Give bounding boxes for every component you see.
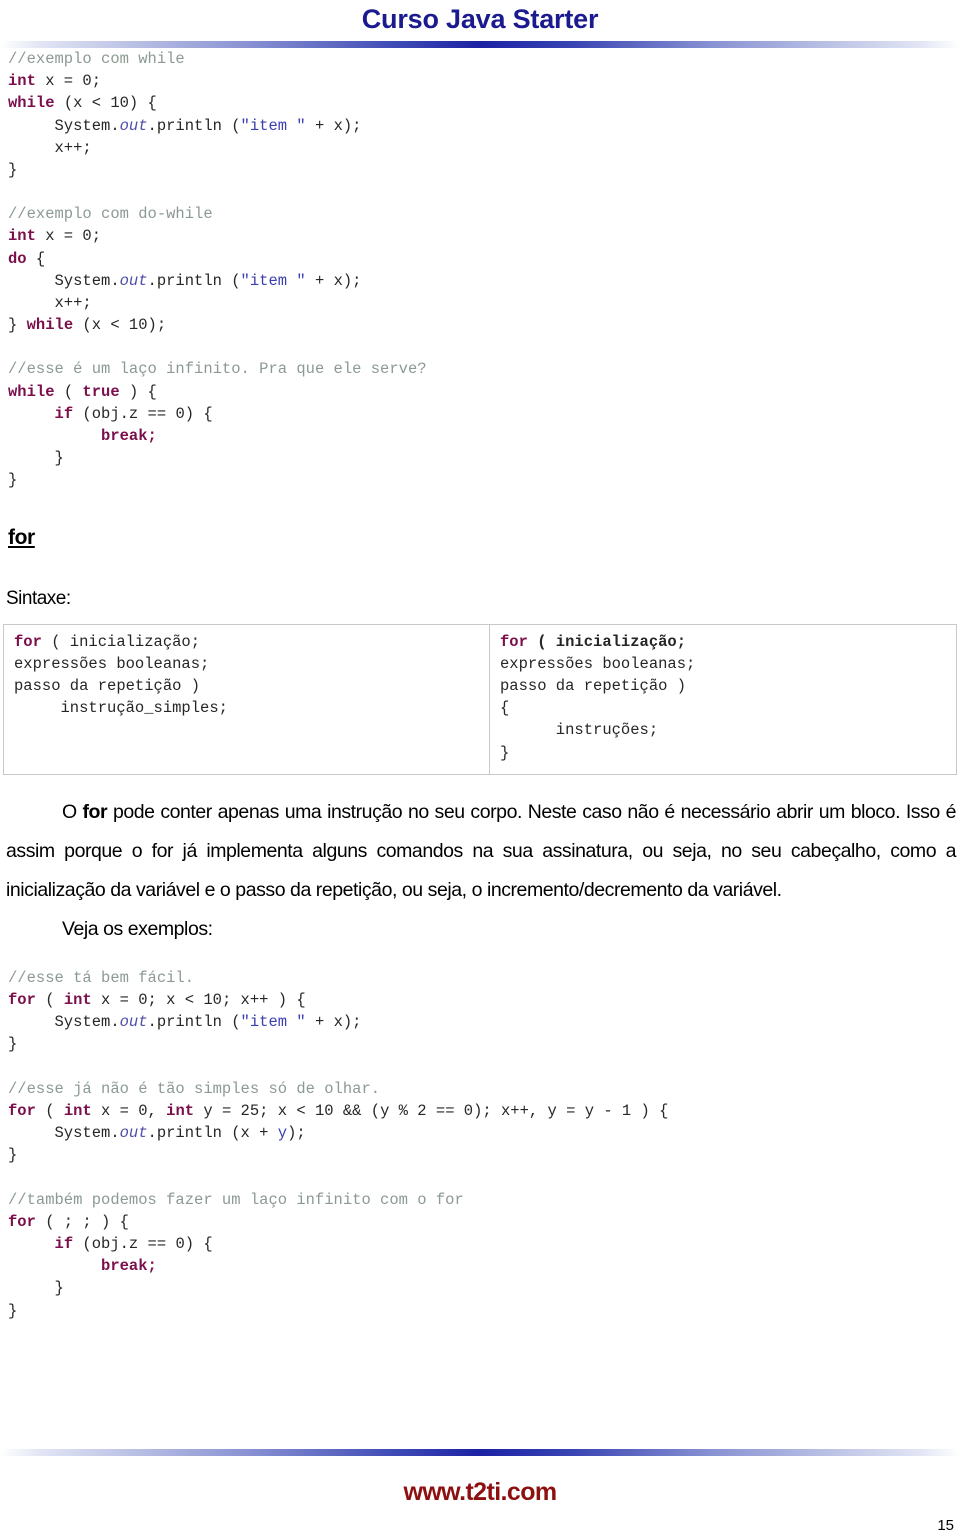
syntax-line-6: } bbox=[500, 743, 510, 762]
code-comment: //esse já não é tão simples só de olhar. bbox=[8, 1079, 381, 1098]
inline-bold-for: for bbox=[82, 800, 108, 823]
footer-divider-rule bbox=[0, 1449, 960, 1456]
keyword-break: break; bbox=[101, 427, 157, 446]
keyword-for: for bbox=[14, 632, 42, 651]
keyword-break: break; bbox=[101, 1257, 157, 1276]
keyword-for: for bbox=[8, 1212, 36, 1231]
literal-zero: 0 bbox=[82, 72, 92, 91]
syntax-line-3: passo da repetição ) bbox=[500, 677, 687, 696]
section-heading-for: for bbox=[8, 525, 35, 549]
label-sintaxe: Sintaxe: bbox=[6, 587, 71, 609]
syntax-line-4: instrução_simples; bbox=[14, 699, 228, 718]
field-out: out bbox=[119, 1013, 148, 1032]
code-block-while: //exemplo com while int x = 0; while (x … bbox=[8, 50, 362, 180]
keyword-while: while bbox=[8, 94, 55, 113]
syntax-cell-block: for ( inicialização; expressões booleana… bbox=[489, 623, 957, 775]
code-block-for-infinite: //também podemos fazer um laço infinito … bbox=[8, 1190, 464, 1320]
field-out: out bbox=[119, 271, 148, 290]
keyword-while: while bbox=[26, 316, 74, 335]
keyword-int: int bbox=[166, 1101, 195, 1120]
string-literal-item: "item " bbox=[240, 116, 306, 135]
field-out: out bbox=[119, 1124, 148, 1143]
keyword-if: if bbox=[54, 404, 74, 423]
keyword-int: int bbox=[63, 1101, 92, 1120]
footer-url: www.t2ti.com bbox=[403, 1478, 557, 1506]
keyword-for: for bbox=[500, 632, 528, 651]
code-comment: //também podemos fazer um laço infinito … bbox=[8, 1190, 464, 1209]
header-divider-rule bbox=[0, 41, 960, 48]
code-comment: //esse tá bem fácil. bbox=[8, 968, 195, 987]
code-comment: //exemplo com do-while bbox=[8, 205, 213, 224]
keyword-if: if bbox=[54, 1234, 74, 1253]
keyword-int: int bbox=[8, 72, 36, 91]
code-comment: //esse é um laço infinito. Pra que ele s… bbox=[8, 360, 427, 379]
paragraph-part2: pode conter apenas uma instrução no seu … bbox=[6, 800, 956, 901]
field-out: out bbox=[119, 116, 148, 135]
syntax-line-1-rest: ( inicialização; bbox=[41, 632, 201, 651]
page-title: Curso Java Starter bbox=[361, 4, 599, 34]
string-literal-item: "item " bbox=[240, 271, 306, 290]
string-literal-item: "item " bbox=[240, 1013, 306, 1032]
code-comment: //exemplo com while bbox=[8, 50, 185, 68]
variable-y: y bbox=[277, 1124, 288, 1143]
syntax-line-5: instruções; bbox=[500, 721, 659, 740]
table-row: for ( inicialização; expressões booleana… bbox=[3, 623, 957, 775]
keyword-int: int bbox=[63, 991, 92, 1010]
paragraph-part1: O bbox=[62, 800, 83, 823]
page-footer: www.t2ti.com 15 bbox=[0, 1449, 960, 1540]
syntax-code-simple: for ( inicialização; expressões booleana… bbox=[4, 631, 489, 720]
syntax-line-3: passo da repetição ) bbox=[14, 677, 201, 696]
body-paragraph: O for pode conter apenas uma instrução n… bbox=[0, 793, 960, 910]
syntax-code-block: for ( inicialização; expressões booleana… bbox=[490, 631, 956, 764]
keyword-for: for bbox=[8, 991, 36, 1010]
keyword-do: do bbox=[8, 249, 27, 268]
keyword-int: int bbox=[8, 227, 36, 246]
syntax-line-2: expressões booleanas; bbox=[14, 654, 210, 673]
page-number: 15 bbox=[937, 1517, 954, 1534]
code-block-for-simple: //esse tá bem fácil. for ( int x = 0; x … bbox=[8, 968, 362, 1054]
code-block-for-complex: //esse já não é tão simples só de olhar.… bbox=[8, 1079, 669, 1165]
syntax-line-4: { bbox=[500, 699, 510, 718]
syntax-cell-simple: for ( inicialização; expressões booleana… bbox=[3, 623, 490, 775]
paragraph-follow: Veja os exemplos: bbox=[62, 917, 213, 940]
keyword-while: while bbox=[8, 382, 55, 401]
syntax-line-1-rest: ( inicialização; bbox=[527, 632, 687, 651]
keyword-true: true bbox=[82, 382, 120, 401]
syntax-table: for ( inicialização; expressões booleana… bbox=[3, 623, 957, 775]
code-block-do-while: //exemplo com do-while int x = 0; do { S… bbox=[8, 205, 362, 335]
keyword-for: for bbox=[8, 1101, 36, 1120]
syntax-line-2: expressões booleanas; bbox=[500, 654, 696, 673]
code-block-infinite-while: //esse é um laço infinito. Pra que ele s… bbox=[8, 360, 427, 490]
